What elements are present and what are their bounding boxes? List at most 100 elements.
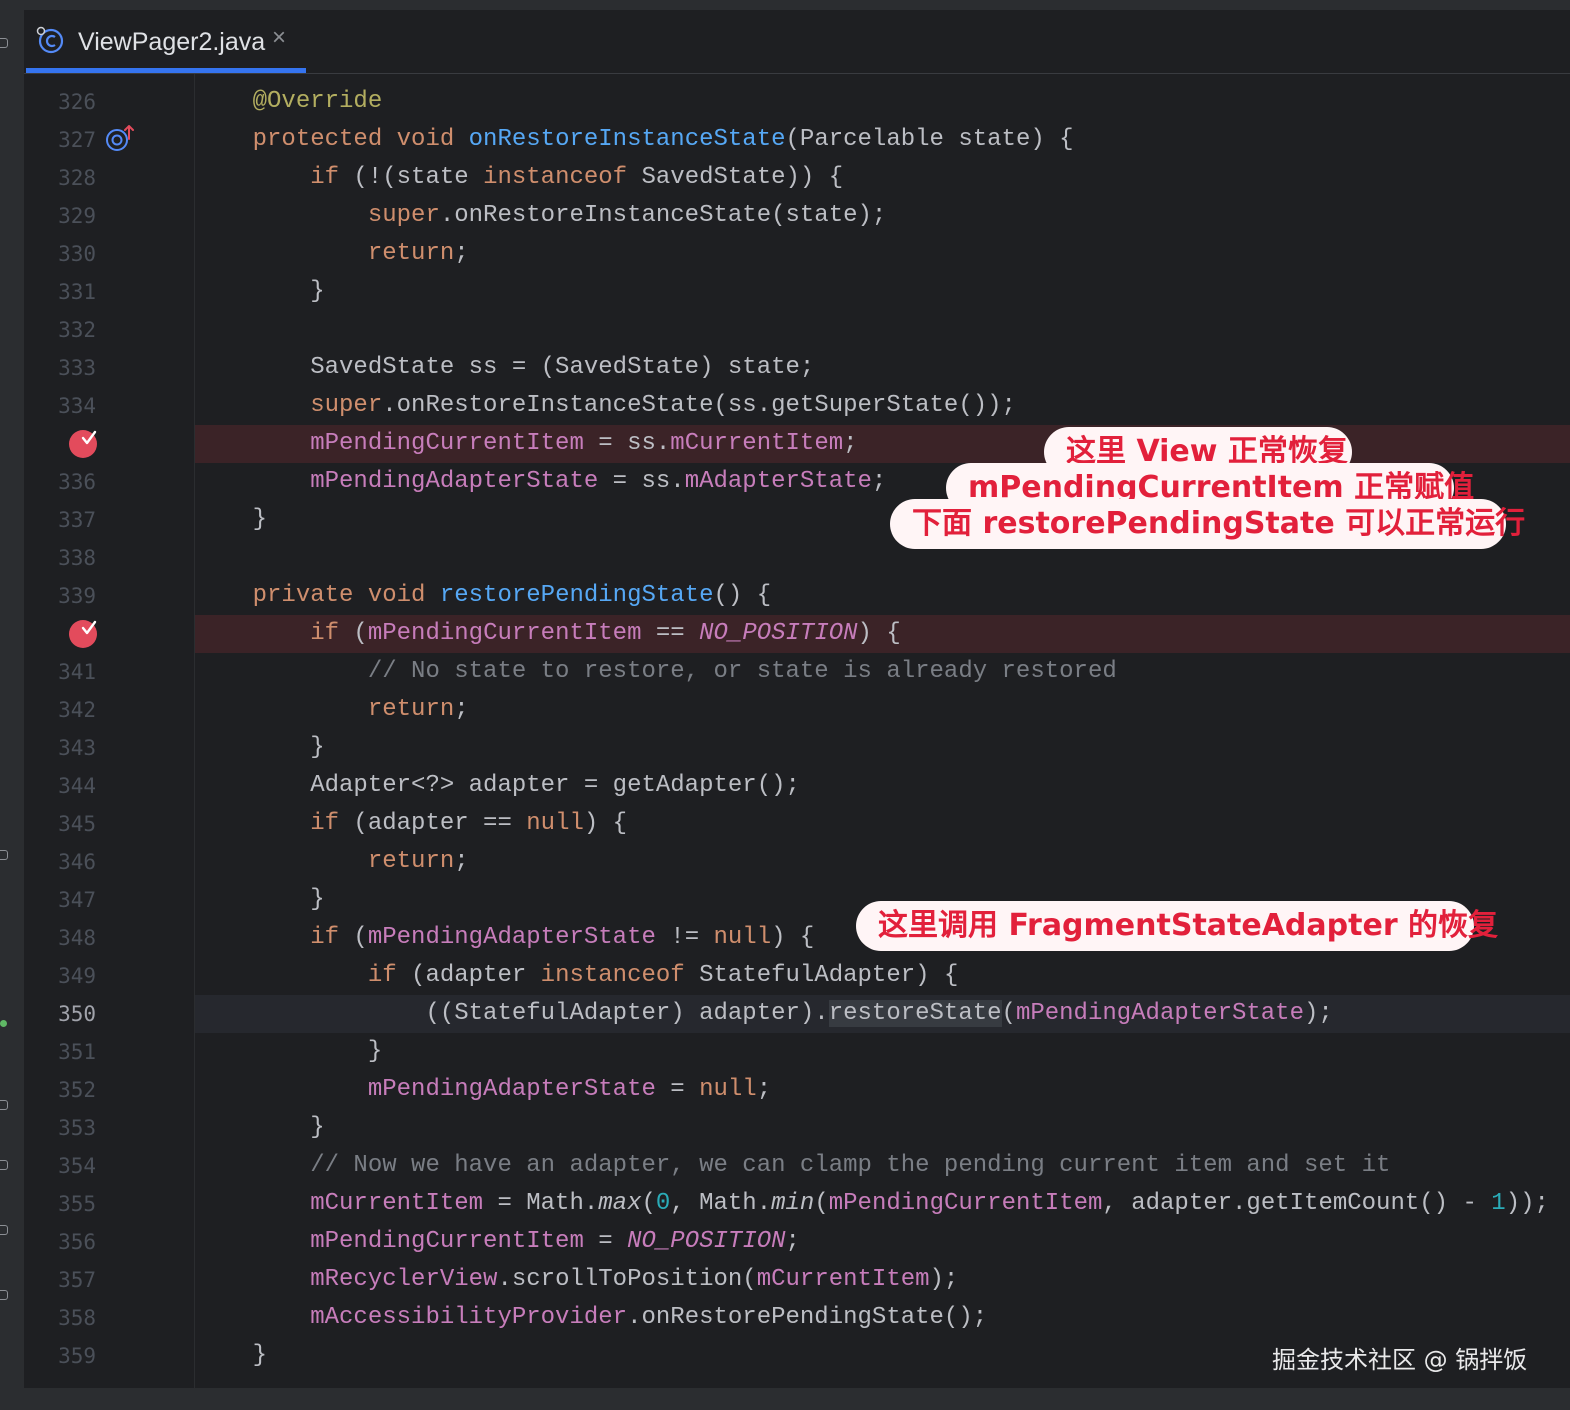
line-number[interactable]: 354 (24, 1147, 96, 1185)
line-number[interactable]: 338 (24, 539, 96, 577)
code-line[interactable]: protected void onRestoreInstanceState(Pa… (195, 121, 1570, 159)
tool-window-icon[interactable] (0, 1160, 8, 1170)
annotation-bubble-adapter-restore: 这里调用 FragmentStateAdapter 的恢复 (856, 901, 1498, 951)
code-token: if (367, 962, 397, 989)
code-token: return (367, 240, 455, 267)
code-editor[interactable]: @Override protected void onRestoreInstan… (195, 74, 1570, 1388)
line-number[interactable]: 336 (24, 463, 96, 501)
line-number[interactable]: 332 (24, 311, 96, 349)
code-line[interactable]: // Now we have an adapter, we can clamp … (195, 1147, 1570, 1185)
code-line[interactable]: return; (195, 235, 1570, 273)
code-line[interactable]: mCurrentItem = Math.max(0, Math.min(mPen… (195, 1185, 1570, 1223)
tool-window-icon[interactable] (0, 850, 8, 860)
code-line[interactable]: } (195, 1109, 1570, 1147)
code-line[interactable]: return; (195, 843, 1570, 881)
line-number[interactable]: 331 (24, 273, 96, 311)
code-token: StatefulAdapter) { (684, 962, 959, 989)
code-token: protected void (252, 126, 469, 153)
code-token: onRestoreInstanceState (468, 126, 786, 153)
code-line[interactable]: private void restorePendingState() { (195, 577, 1570, 615)
code-line[interactable]: mRecyclerView.scrollToPosition(mCurrentI… (195, 1261, 1570, 1299)
tool-window-icon[interactable] (0, 1100, 8, 1110)
code-token: ); (1303, 1000, 1333, 1027)
line-number[interactable]: 350 (24, 995, 96, 1033)
editor-tab[interactable]: ViewPager2.java × (26, 10, 306, 73)
code-line[interactable]: // No state to restore, or state is alre… (195, 653, 1570, 691)
line-number[interactable]: 347 (24, 881, 96, 919)
line-number[interactable]: 341 (24, 653, 96, 691)
code-line[interactable]: super.onRestoreInstanceState(ss.getSuper… (195, 387, 1570, 425)
code-line[interactable]: mPendingCurrentItem = NO_POSITION; (195, 1223, 1570, 1261)
line-number[interactable]: 359 (24, 1337, 96, 1375)
code-token: ( (339, 924, 368, 951)
code-token: restorePendingState (439, 582, 714, 609)
line-number[interactable]: 352 (24, 1071, 96, 1109)
line-number-gutter[interactable]: 326 327 328 329 330 331 332 333 334 336 337 338 339 3… (24, 74, 195, 1388)
line-number[interactable]: 333 (24, 349, 96, 387)
override-marker-icon[interactable] (104, 123, 138, 153)
code-line[interactable]: Adapter<?> adapter = getAdapter(); (195, 767, 1570, 805)
code-line[interactable]: @Override (195, 83, 1570, 121)
tool-window-icon[interactable] (0, 38, 8, 48)
code-token: ((StatefulAdapter) adapter). (195, 1000, 829, 1027)
watermark: 掘金技术社区 @ 锅拌饭 (1272, 1346, 1528, 1374)
line-number[interactable]: 346 (24, 843, 96, 881)
line-number[interactable]: 329 (24, 197, 96, 235)
tab-file-name: ViewPager2.java (78, 28, 266, 56)
line-number[interactable]: 355 (24, 1185, 96, 1223)
code-token: = ss. (583, 430, 671, 457)
code-token: ) { (583, 810, 628, 837)
line-number[interactable]: 326 (24, 83, 96, 121)
code-line[interactable]: ((StatefulAdapter) adapter).restoreState… (195, 995, 1570, 1033)
code-line[interactable] (195, 311, 1570, 349)
code-token: = ss. (598, 468, 685, 495)
line-number[interactable]: 348 (24, 919, 96, 957)
code-line[interactable]: mPendingCurrentItem = ss.mCurrentItem; (195, 425, 1570, 463)
code-line[interactable]: } (195, 729, 1570, 767)
breakpoint-icon[interactable] (68, 619, 98, 649)
code-line[interactable]: } (195, 1033, 1570, 1071)
line-number[interactable]: 337 (24, 501, 96, 539)
line-number[interactable]: 357 (24, 1261, 96, 1299)
line-number[interactable]: 339 (24, 577, 96, 615)
line-number[interactable]: 345 (24, 805, 96, 843)
code-line[interactable]: super.onRestoreInstanceState(state); (195, 197, 1570, 235)
code-token: (adapter (396, 962, 541, 989)
line-number[interactable]: 351 (24, 1033, 96, 1071)
line-number[interactable]: 328 (24, 159, 96, 197)
code-line[interactable]: mAccessibilityProvider.onRestorePendingS… (195, 1299, 1570, 1337)
line-number[interactable]: 358 (24, 1299, 96, 1337)
code-token: mPendingCurrentItem (310, 1228, 584, 1255)
code-line[interactable]: if (!(state instanceof SavedState)) { (195, 159, 1570, 197)
line-number[interactable]: 349 (24, 957, 96, 995)
line-number[interactable]: 344 (24, 767, 96, 805)
line-number[interactable]: 334 (24, 387, 96, 425)
code-token: 1 (1491, 1190, 1506, 1217)
tool-window-icon[interactable] (0, 1290, 8, 1300)
tool-window-icon[interactable] (0, 1225, 8, 1235)
code-token: mPendingAdapterState (1015, 1000, 1304, 1027)
code-line[interactable]: } (195, 273, 1570, 311)
code-line[interactable]: if (adapter == null) { (195, 805, 1570, 843)
breakpoint-icon[interactable] (68, 429, 98, 459)
code-token: if (310, 164, 340, 191)
line-number[interactable]: 343 (24, 729, 96, 767)
line-number[interactable]: 330 (24, 235, 96, 273)
code-line[interactable]: mPendingAdapterState = null; (195, 1071, 1570, 1109)
code-line[interactable]: if (mPendingCurrentItem == NO_POSITION) … (195, 615, 1570, 653)
code-line[interactable]: return; (195, 691, 1570, 729)
code-token: super (310, 392, 383, 419)
line-number[interactable]: 327 (24, 121, 96, 159)
close-tab-icon[interactable]: × (272, 24, 286, 52)
line-number[interactable]: 342 (24, 691, 96, 729)
line-number[interactable]: 356 (24, 1223, 96, 1261)
code-token: (!(state (339, 164, 484, 191)
code-line[interactable]: if (adapter instanceof StatefulAdapter) … (195, 957, 1570, 995)
line-number[interactable]: 353 (24, 1109, 96, 1147)
code-token: , Math. (670, 1190, 772, 1217)
code-line[interactable]: SavedState ss = (SavedState) state; (195, 349, 1570, 387)
